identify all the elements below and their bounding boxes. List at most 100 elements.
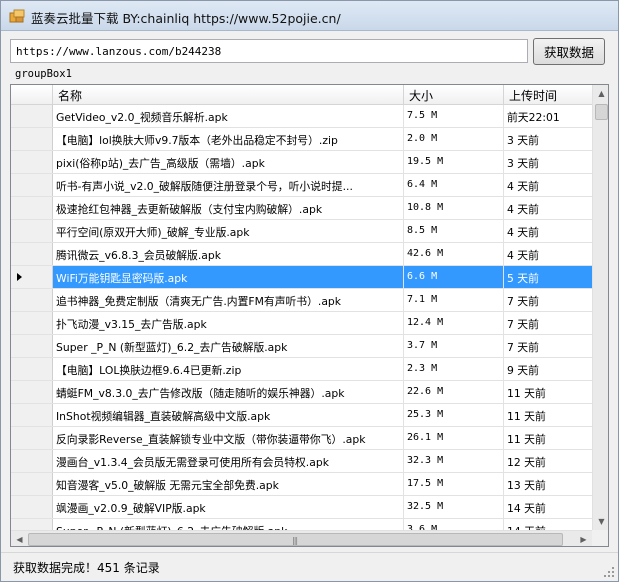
table-row[interactable]: 蜻蜓FM_v8.3.0_去广告修改版（随走随听的娱乐神器）.apk 22.6 M1… (11, 381, 592, 404)
cell-name[interactable]: 蜻蜓FM_v8.3.0_去广告修改版（随走随听的娱乐神器）.apk (53, 381, 404, 403)
table-row[interactable]: 漫画台_v1.3.4_会员版无需登录可使用所有会员特权.apk 32.3 M 12 … (11, 450, 592, 473)
cell-upload-time[interactable]: 11 天前 (504, 381, 592, 403)
table-row[interactable]: WiFi万能钥匙显密码版.apk 6.6 M5 天前 (11, 266, 592, 289)
cell-size[interactable]: 22.6 M (404, 381, 504, 403)
table-row[interactable]: Super _P_N (新型蓝灯)_6.2_去广告破解版.apk 3.7 M7 天… (11, 335, 592, 358)
cell-upload-time[interactable]: 4 天前 (504, 243, 592, 265)
table-row[interactable]: pixi(俗称p站)_去广告_高级版（需墙）.apk 19.5 M3 天前 (11, 151, 592, 174)
cell-upload-time[interactable]: 9 天前 (504, 358, 592, 380)
cell-name[interactable]: GetVideo_v2.0_视频音乐解析.apk (53, 105, 404, 127)
header-upload-time[interactable]: 上传时间 (504, 85, 592, 105)
cell-upload-time[interactable]: 7 天前 (504, 335, 592, 357)
row-selector[interactable] (11, 450, 53, 472)
cell-upload-time[interactable]: 13 天前 (504, 473, 592, 495)
cell-upload-time[interactable]: 4 天前 (504, 220, 592, 242)
cell-upload-time[interactable]: 14 天前 (504, 496, 592, 518)
cell-name[interactable]: Super _P_N (新型蓝灯)_6.2_去广告破解版.apk (53, 335, 404, 357)
cell-upload-time[interactable]: 3 天前 (504, 128, 592, 150)
cell-name[interactable]: pixi(俗称p站)_去广告_高级版（需墙）.apk (53, 151, 404, 173)
table-row[interactable]: 知音漫客_v5.0_破解版 无需元宝全部免费.apk 17.5 M 13 天前 (11, 473, 592, 496)
row-selector[interactable] (11, 220, 53, 242)
cell-size[interactable]: 7.5 M (404, 105, 504, 127)
header-row-selector[interactable] (11, 85, 53, 105)
cell-size[interactable]: 6.4 M (404, 174, 504, 196)
row-selector[interactable] (11, 197, 53, 219)
table-row[interactable]: GetVideo_v2.0_视频音乐解析.apk 7.5 M 前天22:01 (11, 105, 592, 128)
cell-upload-time[interactable]: 11 天前 (504, 404, 592, 426)
cell-size[interactable]: 2.0 M (404, 128, 504, 150)
table-row[interactable]: 飒漫画_v2.0.9_破解VIP版.apk 32.5 M 14 天前 (11, 496, 592, 519)
title-bar[interactable]: 蓝奏云批量下载 BY:chainliq https://www.52pojie.… (1, 1, 618, 31)
cell-name[interactable]: 漫画台_v1.3.4_会员版无需登录可使用所有会员特权.apk (53, 450, 404, 472)
row-selector[interactable] (11, 266, 53, 288)
row-selector[interactable] (11, 174, 53, 196)
cell-name[interactable]: 极速抢红包神器_去更新破解版（支付宝内购破解）.apk (53, 197, 404, 219)
cell-size[interactable]: 2.3 M (404, 358, 504, 380)
cell-upload-time[interactable]: 7 天前 (504, 289, 592, 311)
table-row[interactable]: InShot视频编辑器_直装破解高级中文版.apk 25.3 M 11 天前 (11, 404, 592, 427)
cell-upload-time[interactable]: 14 天前 (504, 519, 592, 530)
horizontal-scrollbar[interactable]: ◀ ||| ▶ (11, 530, 592, 546)
table-row[interactable]: 听书-有声小说_v2.0_破解版随便注册登录个号，听小说时提... 6.4 M4 … (11, 174, 592, 197)
cell-size[interactable]: 32.5 M (404, 496, 504, 518)
cell-name[interactable]: Super _P_N (新型蓝灯)_6.2_去广告破解版.apk (53, 519, 404, 530)
cell-name[interactable]: WiFi万能钥匙显密码版.apk (53, 266, 404, 288)
row-selector[interactable] (11, 358, 53, 380)
vertical-scroll-thumb[interactable] (595, 104, 608, 120)
cell-upload-time[interactable]: 11 天前 (504, 427, 592, 449)
table-row[interactable]: 反向录影Reverse_直装解锁专业中文版（带你装逼带你飞）.apk 26.1 M… (11, 427, 592, 450)
cell-size[interactable]: 17.5 M (404, 473, 504, 495)
row-selector[interactable] (11, 312, 53, 334)
scroll-up-icon[interactable]: ▲ (593, 85, 608, 102)
row-selector[interactable] (11, 496, 53, 518)
table-row[interactable]: 腾讯微云_v6.8.3_会员破解版.apk 42.6 M4 天前 (11, 243, 592, 266)
cell-size[interactable]: 10.8 M (404, 197, 504, 219)
scroll-down-icon[interactable]: ▼ (593, 513, 608, 530)
cell-name[interactable]: InShot视频编辑器_直装破解高级中文版.apk (53, 404, 404, 426)
table-row[interactable]: 扑飞动漫_v3.15_去广告版.apk 12.4 M7 天前 (11, 312, 592, 335)
cell-size[interactable]: 3.7 M (404, 335, 504, 357)
cell-upload-time[interactable]: 4 天前 (504, 174, 592, 196)
row-selector[interactable] (11, 519, 53, 530)
scroll-left-icon[interactable]: ◀ (11, 531, 28, 546)
cell-size[interactable]: 6.6 M (404, 266, 504, 288)
cell-name[interactable]: 反向录影Reverse_直装解锁专业中文版（带你装逼带你飞）.apk (53, 427, 404, 449)
cell-size[interactable]: 42.6 M (404, 243, 504, 265)
cell-size[interactable]: 12.4 M (404, 312, 504, 334)
header-size[interactable]: 大小 (404, 85, 504, 105)
url-input[interactable] (10, 39, 528, 63)
row-selector[interactable] (11, 151, 53, 173)
fetch-data-button[interactable]: 获取数据 (533, 38, 605, 65)
resize-grip-icon[interactable] (604, 567, 615, 578)
cell-name[interactable]: 飒漫画_v2.0.9_破解VIP版.apk (53, 496, 404, 518)
row-selector[interactable] (11, 289, 53, 311)
cell-size[interactable]: 7.1 M (404, 289, 504, 311)
cell-name[interactable]: 【电脑】lol换肤大师v9.7版本（老外出品稳定不封号）.zip (53, 128, 404, 150)
row-selector[interactable] (11, 473, 53, 495)
row-selector[interactable] (11, 128, 53, 150)
table-row[interactable]: 【电脑】lol换肤大师v9.7版本（老外出品稳定不封号）.zip 2.0 M3 天… (11, 128, 592, 151)
row-selector[interactable] (11, 335, 53, 357)
row-selector[interactable] (11, 243, 53, 265)
cell-upload-time[interactable]: 3 天前 (504, 151, 592, 173)
table-row[interactable]: 【电脑】LOL换肤边框9.6.4已更新.zip 2.3 M9 天前 (11, 358, 592, 381)
cell-name[interactable]: 听书-有声小说_v2.0_破解版随便注册登录个号，听小说时提... (53, 174, 404, 196)
table-row[interactable]: 平行空间(原双开大师)_破解_专业版.apk 8.5 M4 天前 (11, 220, 592, 243)
cell-name[interactable]: 【电脑】LOL换肤边框9.6.4已更新.zip (53, 358, 404, 380)
cell-name[interactable]: 追书神器_免费定制版（清爽无广告.内置FM有声听书）.apk (53, 289, 404, 311)
cell-size[interactable]: 19.5 M (404, 151, 504, 173)
cell-size[interactable]: 25.3 M (404, 404, 504, 426)
cell-upload-time[interactable]: 前天22:01 (504, 105, 592, 127)
cell-name[interactable]: 扑飞动漫_v3.15_去广告版.apk (53, 312, 404, 334)
table-row[interactable]: 极速抢红包神器_去更新破解版（支付宝内购破解）.apk 10.8 M4 天前 (11, 197, 592, 220)
cell-name[interactable]: 平行空间(原双开大师)_破解_专业版.apk (53, 220, 404, 242)
cell-upload-time[interactable]: 4 天前 (504, 197, 592, 219)
cell-upload-time[interactable]: 12 天前 (504, 450, 592, 472)
row-selector[interactable] (11, 105, 53, 127)
horizontal-scroll-thumb[interactable]: ||| (28, 533, 563, 546)
vertical-scrollbar[interactable]: ▲ ▼ (592, 85, 608, 530)
cell-name[interactable]: 腾讯微云_v6.8.3_会员破解版.apk (53, 243, 404, 265)
cell-size[interactable]: 3.6 M (404, 519, 504, 530)
cell-upload-time[interactable]: 5 天前 (504, 266, 592, 288)
row-selector[interactable] (11, 404, 53, 426)
